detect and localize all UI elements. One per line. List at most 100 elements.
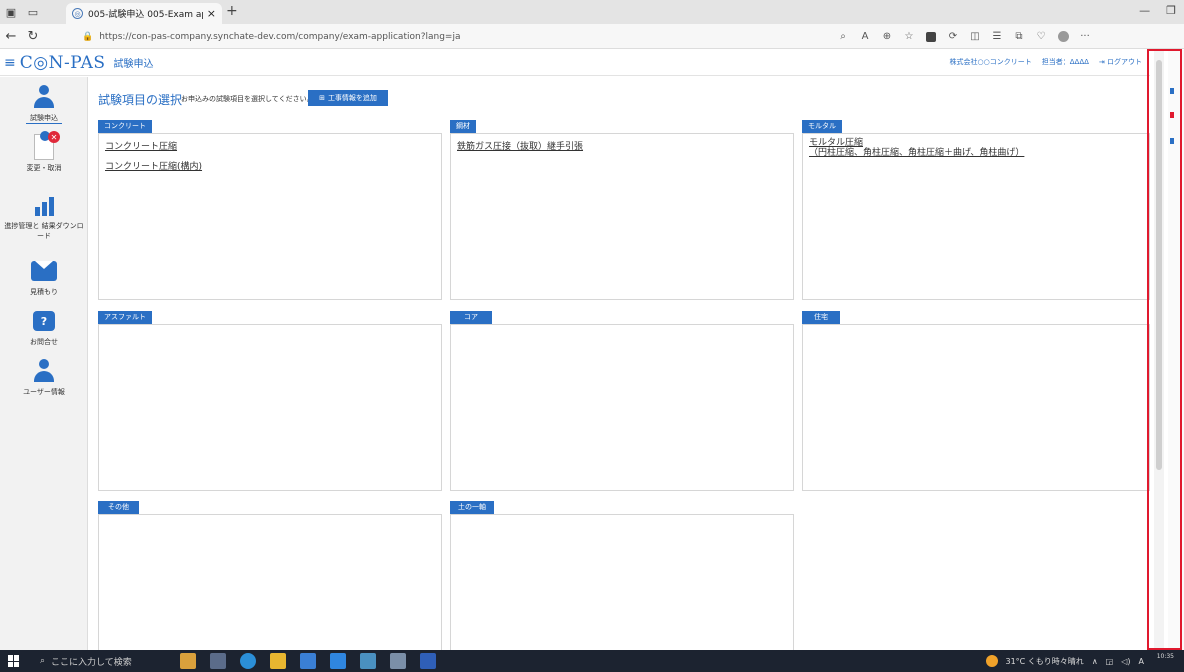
system-tray: 31°C くもり時々晴れ ∧ ◲ ◁) A <box>985 650 1144 672</box>
sidebar-item-exam-application[interactable]: 試験申込 <box>0 83 88 124</box>
sidebar-item-estimate[interactable]: 見積もり <box>0 257 88 297</box>
question-bubble-icon: ? <box>30 307 58 335</box>
more-menu-icon[interactable]: ··· <box>1074 28 1096 45</box>
sidebar-item-label: 変更・取消 <box>26 164 62 172</box>
exam-item-link[interactable]: コンクリート圧縮(構内) <box>99 162 441 172</box>
ime-indicator[interactable]: A <box>1139 657 1144 666</box>
url-text: https://con-pas-company.synchate-dev.com… <box>99 31 461 42</box>
sidebar-item-label: お問合せ <box>30 338 58 346</box>
minimize-icon[interactable]: — <box>1139 4 1150 17</box>
sidebar-item-label: 試験申込 <box>26 113 62 124</box>
url-field[interactable]: 🔒 https://con-pas-company.synchate-dev.c… <box>82 28 822 45</box>
user-icon <box>30 357 58 385</box>
category-box <box>98 514 442 650</box>
exam-item-link[interactable]: （円柱圧縮、角柱圧縮、角柱圧縮＋曲げ、角柱曲げ） <box>803 148 1149 158</box>
extension-icon[interactable] <box>920 28 942 45</box>
category-tag: アスファルト <box>98 311 152 324</box>
store-app-icon[interactable] <box>300 653 316 669</box>
os-taskbar: ⌕ ここに入力して検索 31°C くもり時々晴れ ∧ ◲ ◁) A 10:35 <box>0 650 1184 672</box>
close-tab-icon[interactable]: × <box>207 7 216 20</box>
sidebar-item-label: 見積もり <box>30 288 58 296</box>
collections-icon[interactable]: ⧉ <box>1008 28 1030 45</box>
weather-text[interactable]: 31°C くもり時々晴れ <box>1006 656 1084 667</box>
new-tab-icon[interactable]: + <box>226 3 238 19</box>
taskbar-search[interactable]: ⌕ ここに入力して検索 <box>32 650 172 672</box>
word-app-icon[interactable] <box>420 653 436 669</box>
clock[interactable]: 10:35 <box>1157 652 1174 661</box>
bar-chart-icon <box>30 191 58 219</box>
read-aloud-icon[interactable]: A <box>854 28 876 45</box>
clock-time: 10:35 <box>1156 653 1174 660</box>
tray-expand-icon[interactable]: ∧ <box>1092 657 1098 666</box>
exam-item-link[interactable]: コンクリート圧縮 <box>99 142 441 152</box>
network-icon[interactable]: ◲ <box>1106 657 1114 666</box>
back-icon[interactable]: ← <box>0 29 22 44</box>
refresh-icon[interactable]: ↻ <box>22 29 44 44</box>
annotation-highlight-box <box>1147 49 1182 650</box>
extension2-icon[interactable]: ⟳ <box>942 28 964 45</box>
logout-link[interactable]: ⇥ ログアウト <box>1099 57 1142 67</box>
app-header: ≡ C◎N-PAS 試験申込 株式会社○○コンクリート 担当者：ΔΔΔΔ ⇥ ロ… <box>0 50 1150 76</box>
exam-item-link[interactable]: モルタル圧縮 <box>803 138 1149 148</box>
windows-start-icon[interactable] <box>8 655 20 667</box>
edge-app-icon[interactable] <box>240 653 256 669</box>
briefcase-app-icon[interactable] <box>180 653 196 669</box>
browser-tab-bar: ▣ ▭ ◎ 005-試験申込 005-Exam applica × + — ❐ <box>0 0 1184 24</box>
category-tag: コンクリート <box>98 120 152 133</box>
favicon-icon: ◎ <box>72 8 83 19</box>
header-user-info: 株式会社○○コンクリート 担当者：ΔΔΔΔ ⇥ ログアウト <box>950 57 1142 67</box>
category-box <box>802 324 1150 491</box>
category-box: 鉄筋ガス圧接（抜取）継手引張 <box>450 133 794 300</box>
window-controls: — ❐ <box>1139 4 1176 17</box>
category-tag: 住宅 <box>802 311 840 324</box>
category-box <box>98 324 442 491</box>
tab-actions-icon[interactable]: ▭ <box>22 1 44 23</box>
category-tag: モルタル <box>802 120 842 133</box>
envelope-icon <box>30 257 58 285</box>
browser-tab[interactable]: ◎ 005-試験申込 005-Exam applica × <box>66 3 222 24</box>
sidebar-item-inquiry[interactable]: ? お問合せ <box>0 307 88 347</box>
address-bar-row: ← ↻ 🔒 https://con-pas-company.synchate-d… <box>0 24 1184 49</box>
person-name: 担当者：ΔΔΔΔ <box>1041 58 1089 66</box>
hamburger-menu-icon[interactable]: ≡ <box>4 55 16 71</box>
search-page-icon[interactable]: ⌕ <box>832 28 854 45</box>
app-icon[interactable] <box>390 653 406 669</box>
search-icon: ⌕ <box>40 656 46 666</box>
workspaces-icon[interactable]: ▣ <box>0 1 22 23</box>
profile-avatar[interactable] <box>1052 28 1074 45</box>
tab-title: 005-試験申込 005-Exam applica <box>88 10 203 20</box>
zoom-icon[interactable]: ⊕ <box>876 28 898 45</box>
page-subtitle: 試験申込 <box>113 59 154 70</box>
favorites-icon[interactable]: ☰ <box>986 28 1008 45</box>
browser-toolbar: ⌕ A ⊕ ☆ ⟳ ◫ ☰ ⧉ ♡ ··· <box>832 28 1096 45</box>
sidebar: 試験申込 ✕ 変更・取消 進捗管理と 結果ダウンロード 見積もり ? お問合せ … <box>0 77 88 650</box>
favorite-star-icon[interactable]: ☆ <box>898 28 920 45</box>
sidebar-item-change-cancel[interactable]: ✕ 変更・取消 <box>0 131 88 173</box>
performance-icon[interactable]: ♡ <box>1030 28 1052 45</box>
split-screen-icon[interactable]: ◫ <box>964 28 986 45</box>
app-logo[interactable]: C◎N-PAS <box>20 53 106 73</box>
category-tag: 鋼材 <box>450 120 476 133</box>
explorer-app-icon[interactable] <box>270 653 286 669</box>
mail-app-icon[interactable] <box>330 653 346 669</box>
add-construction-info-button[interactable]: ⊞ 工事情報を追加 <box>308 90 388 106</box>
exam-item-link[interactable]: 鉄筋ガス圧接（抜取）継手引張 <box>451 142 793 152</box>
page-title: 試験項目の選択 <box>98 93 183 107</box>
main-content: 試験項目の選択 お申込みの試験項目を選択してください。 ⊞ 工事情報を追加 コン… <box>89 77 1150 650</box>
category-tag: 土の一軸 <box>450 501 494 514</box>
app-icon[interactable] <box>360 653 376 669</box>
taskview-app-icon[interactable] <box>210 653 226 669</box>
category-box: モルタル圧縮 （円柱圧縮、角柱圧縮、角柱圧縮＋曲げ、角柱曲げ） <box>802 133 1150 300</box>
taskbar-search-placeholder: ここに入力して検索 <box>51 657 132 668</box>
sidebar-item-user-info[interactable]: ユーザー情報 <box>0 357 88 397</box>
weather-icon <box>985 655 998 667</box>
sidebar-item-progress[interactable]: 進捗管理と 結果ダウンロード <box>0 191 88 241</box>
sidebar-item-label: ユーザー情報 <box>23 388 65 396</box>
volume-icon[interactable]: ◁) <box>1121 657 1130 666</box>
page-hint: お申込みの試験項目を選択してください。 <box>181 95 314 103</box>
taskbar-apps <box>180 653 436 669</box>
category-tag: その他 <box>98 501 139 514</box>
lock-icon[interactable]: 🔒 <box>82 32 93 42</box>
restore-icon[interactable]: ❐ <box>1166 4 1176 17</box>
category-box <box>450 324 794 491</box>
